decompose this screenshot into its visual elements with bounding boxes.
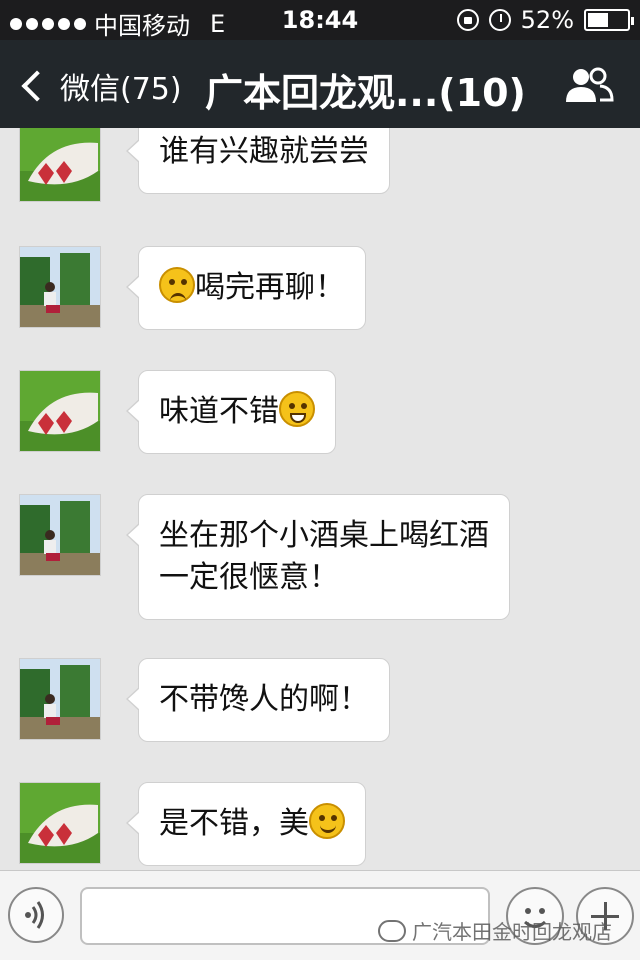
dizzy-face-emoji xyxy=(159,267,195,303)
nav-bar: 微信(75) 广本回龙观...(10) xyxy=(0,40,640,128)
message-bubble[interactable]: 不带馋人的啊！ xyxy=(126,658,390,742)
wechat-logo-icon xyxy=(378,919,406,942)
input-bar xyxy=(0,870,640,960)
message-bubble[interactable]: 坐在那个小酒桌上喝红酒 一定很惬意！ xyxy=(126,494,510,620)
avatar[interactable] xyxy=(19,658,101,740)
avatar[interactable] xyxy=(19,246,101,328)
group-members-icon[interactable] xyxy=(564,66,614,106)
alarm-icon xyxy=(488,9,511,31)
status-bar: 中国移动 E 18:44 52% xyxy=(0,0,640,40)
message-text: 味道不错 xyxy=(159,394,279,429)
watermark-text: 广汽本田金时回龙观店 xyxy=(412,920,612,944)
avatar[interactable] xyxy=(19,782,101,864)
message-text: 喝完再聊！ xyxy=(195,270,345,305)
watermark: 广汽本田金时回龙观店 xyxy=(378,916,612,945)
voice-input-button[interactable] xyxy=(8,887,64,943)
battery-percent: 52% xyxy=(520,6,574,34)
message-bubble[interactable]: 谁有兴趣就尝尝 xyxy=(126,128,390,194)
back-button[interactable]: 微信(75) xyxy=(18,64,182,108)
avatar[interactable] xyxy=(19,494,101,576)
message-text: 谁有兴趣就尝尝 xyxy=(159,134,369,169)
message-bubble[interactable]: 喝完再聊！ xyxy=(126,246,366,330)
battery-icon xyxy=(584,9,634,31)
chevron-left-icon xyxy=(21,70,53,102)
message-text: 是不错，美 xyxy=(159,806,309,841)
message-bubble[interactable]: 是不错，美 xyxy=(126,782,366,866)
message-text-line: 一定很惬意！ xyxy=(159,560,339,595)
chat-title: 广本回龙观...(10) xyxy=(205,71,526,115)
message-bubble[interactable]: 味道不错 xyxy=(126,370,336,454)
chat-area[interactable]: 谁有兴趣就尝尝 喝完再聊！ 味道不错 坐在那个小酒桌上喝红酒 一定很惬意！ 不带… xyxy=(0,128,640,870)
message-text: 不带馋人的啊！ xyxy=(159,682,369,717)
voice-icon xyxy=(25,901,44,929)
message-text-line: 坐在那个小酒桌上喝红酒 xyxy=(159,518,489,553)
avatar[interactable] xyxy=(19,128,101,202)
back-label: 微信(75) xyxy=(60,72,182,107)
rotation-lock-icon xyxy=(456,9,479,31)
drool-emoji xyxy=(309,803,345,839)
avatar[interactable] xyxy=(19,370,101,452)
grin-emoji xyxy=(279,391,315,427)
